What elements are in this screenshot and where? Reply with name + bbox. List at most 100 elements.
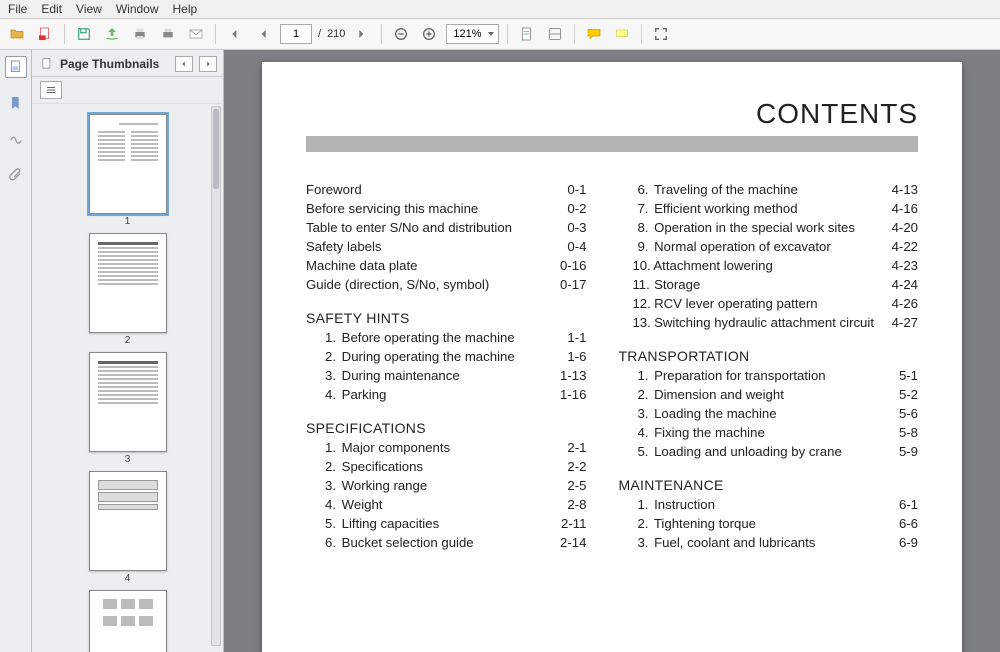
thumbnail-number: 4 bbox=[32, 573, 223, 584]
toc-label: 3. Fuel, coolant and lubricants bbox=[632, 535, 815, 550]
print-setup-icon[interactable] bbox=[157, 23, 179, 45]
prev-page-icon[interactable] bbox=[252, 23, 274, 45]
toc-entry: 4. Parking1-16 bbox=[306, 387, 586, 402]
page-total: 210 bbox=[327, 28, 345, 40]
toc-page-number: 1-1 bbox=[550, 330, 586, 345]
thumbnail[interactable]: 2 bbox=[32, 233, 223, 346]
thumbnail-number: 3 bbox=[32, 454, 223, 465]
highlight-icon[interactable] bbox=[611, 23, 633, 45]
print-icon[interactable] bbox=[129, 23, 151, 45]
open-file-icon[interactable] bbox=[6, 23, 28, 45]
first-page-icon[interactable] bbox=[224, 23, 246, 45]
fit-page-icon[interactable] bbox=[516, 23, 538, 45]
toc-section-heading: SAFETY HINTS bbox=[306, 310, 586, 326]
toc-label: Guide (direction, S/No, symbol) bbox=[306, 277, 489, 292]
toc-page-number: 2-11 bbox=[550, 516, 586, 531]
thumbnail[interactable]: 4 bbox=[32, 471, 223, 584]
toc-label: 6. Traveling of the machine bbox=[632, 182, 797, 197]
toc-page-number: 4-16 bbox=[882, 201, 918, 216]
toc-label: Table to enter S/No and distribution bbox=[306, 220, 512, 235]
toc-entry: 5. Lifting capacities 2-11 bbox=[306, 516, 586, 531]
document-area[interactable]: CONTENTS Foreword 0-1 Before servicing thi… bbox=[224, 50, 1000, 652]
zoom-out-icon[interactable] bbox=[390, 23, 412, 45]
toc-label: 8. Operation in the special work sites bbox=[632, 220, 855, 235]
sidebar-scrollbar[interactable] bbox=[211, 106, 221, 646]
fit-width-icon[interactable] bbox=[544, 23, 566, 45]
zoom-in-icon[interactable] bbox=[418, 23, 440, 45]
attachments-tab-icon[interactable] bbox=[5, 164, 27, 186]
toc-page-number: 4-22 bbox=[882, 239, 918, 254]
toc-entry: 2. During operating the machine1-6 bbox=[306, 349, 586, 364]
toc-entry: 10. Attachment lowering4-23 bbox=[618, 258, 918, 273]
page-icon bbox=[40, 57, 54, 71]
menu-help[interactable]: Help bbox=[173, 2, 198, 16]
toc-label: Foreword bbox=[306, 182, 362, 197]
fullscreen-icon[interactable] bbox=[650, 23, 672, 45]
bookmarks-tab-icon[interactable] bbox=[5, 92, 27, 114]
toc-page-number: 4-26 bbox=[882, 296, 918, 311]
toc-page-number: 6-1 bbox=[882, 497, 918, 512]
toc-page-number: 6-9 bbox=[882, 535, 918, 550]
signatures-tab-icon[interactable] bbox=[5, 128, 27, 150]
toc-label: 1. Instruction bbox=[632, 497, 715, 512]
toc-label: 10. Attachment lowering bbox=[632, 258, 772, 273]
toc-page-number: 1-13 bbox=[550, 368, 586, 383]
menu-view[interactable]: View bbox=[76, 2, 102, 16]
sidebar-tools bbox=[32, 77, 223, 104]
toc-page-number: 0-1 bbox=[550, 182, 586, 197]
toc-label: 5. Loading and unloading by crane bbox=[632, 444, 841, 459]
toc-page-number: 5-6 bbox=[882, 406, 918, 421]
toolbar-separator bbox=[64, 24, 65, 44]
thumbnail[interactable] bbox=[32, 590, 223, 652]
toc-label: 5. Lifting capacities bbox=[320, 516, 439, 531]
toc-entry: 13. Switching hydraulic attachment circu… bbox=[618, 315, 918, 330]
menu-file[interactable]: File bbox=[8, 2, 27, 16]
collapse-left-icon[interactable] bbox=[175, 56, 193, 72]
save-icon[interactable] bbox=[73, 23, 95, 45]
toc-entry: 2. Specifications2-2 bbox=[306, 459, 586, 474]
thumbnail-number: 2 bbox=[32, 335, 223, 346]
toc-label: 13. Switching hydraulic attachment circu… bbox=[632, 315, 874, 330]
toc-entry: 1. Instruction 6-1 bbox=[618, 497, 918, 512]
toc-entry: Table to enter S/No and distribution0-3 bbox=[306, 220, 586, 235]
toc-section-heading: SPECIFICATIONS bbox=[306, 420, 586, 436]
toc-right-column: 6. Traveling of the machine4-137. Effici… bbox=[618, 178, 918, 554]
scrollbar-handle[interactable] bbox=[213, 109, 219, 189]
upload-icon[interactable] bbox=[101, 23, 123, 45]
thumbnails-tab-icon[interactable] bbox=[5, 56, 27, 78]
toc-entry: 3. Fuel, coolant and lubricants 6-9 bbox=[618, 535, 918, 550]
toc-entry: Guide (direction, S/No, symbol) 0-17 bbox=[306, 277, 586, 292]
options-dropdown-icon[interactable] bbox=[40, 81, 62, 99]
menu-edit[interactable]: Edit bbox=[41, 2, 62, 16]
toc-entry: 3. Working range2-5 bbox=[306, 478, 586, 493]
toc-label: 3. During maintenance bbox=[320, 368, 460, 383]
toc-label: 3. Working range bbox=[320, 478, 427, 493]
thumbnail[interactable]: 3 bbox=[32, 352, 223, 465]
toc-section-heading: MAINTENANCE bbox=[618, 477, 918, 493]
toc-entry: 4. Fixing the machine 5-8 bbox=[618, 425, 918, 440]
comment-icon[interactable] bbox=[583, 23, 605, 45]
email-icon[interactable] bbox=[185, 23, 207, 45]
next-page-icon[interactable] bbox=[351, 23, 373, 45]
page-separator: / bbox=[318, 28, 321, 40]
toc-label: Before servicing this machine bbox=[306, 201, 478, 216]
toc-page-number: 4-27 bbox=[882, 315, 918, 330]
toc-label: Safety labels bbox=[306, 239, 382, 254]
thumbnail-number: 1 bbox=[32, 216, 223, 227]
toc-label: 4. Weight bbox=[320, 497, 382, 512]
toc-label: 4. Fixing the machine bbox=[632, 425, 764, 440]
collapse-right-icon[interactable] bbox=[199, 56, 217, 72]
zoom-value: 121% bbox=[453, 28, 481, 40]
toc-label: 1. Before operating the machine bbox=[320, 330, 515, 345]
toc-page-number: 2-1 bbox=[550, 440, 586, 455]
create-pdf-icon[interactable] bbox=[34, 23, 56, 45]
zoom-dropdown[interactable]: 121% bbox=[446, 24, 498, 44]
toc-page-number: 0-17 bbox=[550, 277, 586, 292]
thumbnail[interactable]: 1 bbox=[32, 114, 223, 227]
toc-page-number: 5-8 bbox=[882, 425, 918, 440]
page-title: CONTENTS bbox=[306, 98, 918, 130]
page-number-input[interactable] bbox=[280, 24, 312, 44]
toc-label: 9. Normal operation of excavator bbox=[632, 239, 830, 254]
menu-window[interactable]: Window bbox=[116, 2, 159, 16]
toc-label: 7. Efficient working method bbox=[632, 201, 797, 216]
